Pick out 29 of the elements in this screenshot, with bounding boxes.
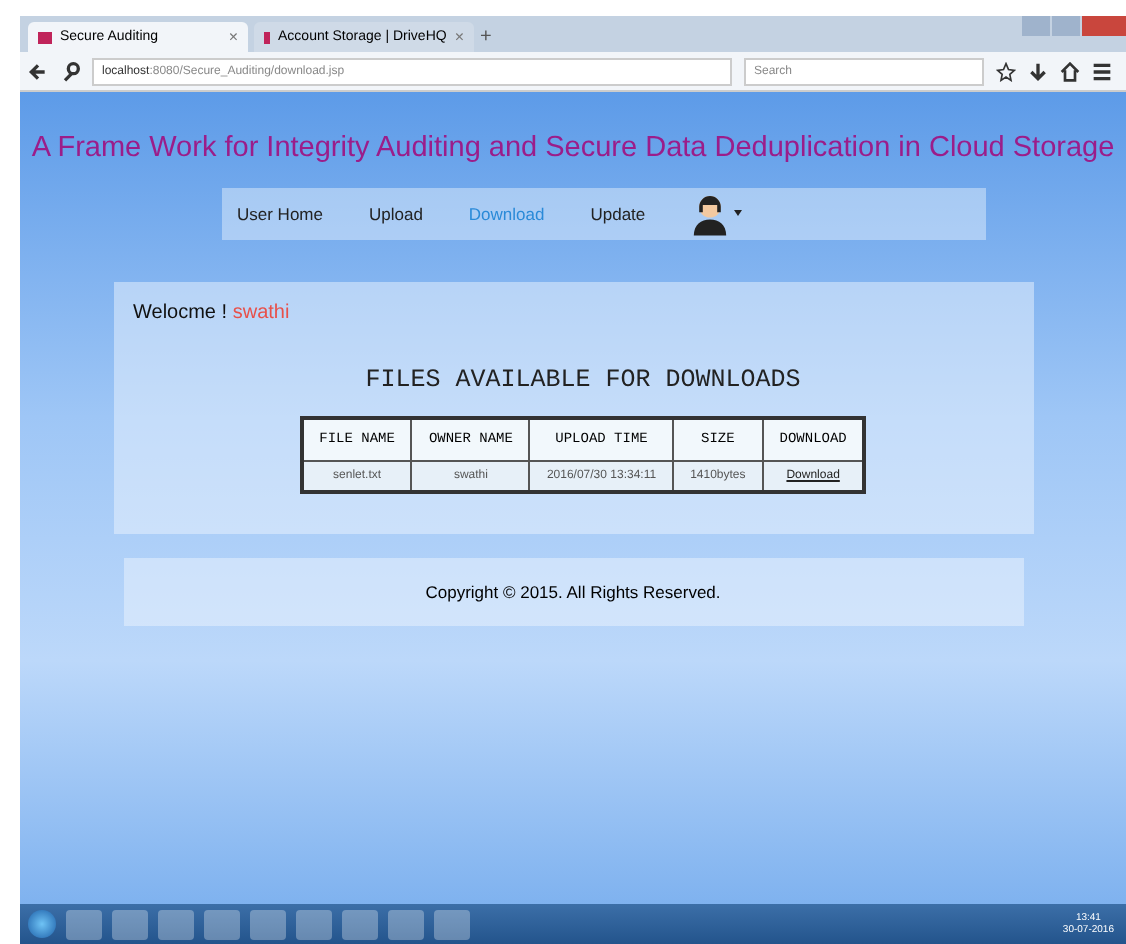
menu-icon[interactable] <box>1092 61 1112 81</box>
taskbar-app-icon[interactable] <box>158 909 194 939</box>
window-controls-drawing[interactable] <box>1022 16 1126 36</box>
download-icon[interactable] <box>1028 61 1048 81</box>
taskbar-app-icon[interactable] <box>250 909 286 939</box>
caret-icon[interactable] <box>733 209 742 219</box>
start-button[interactable] <box>28 910 56 938</box>
taskbar-app-icon[interactable] <box>296 909 332 939</box>
user-avatar-icon[interactable] <box>691 192 728 236</box>
home-icon[interactable] <box>1060 61 1080 81</box>
taskbar-app-icon[interactable] <box>342 909 378 939</box>
close-tab-button[interactable]: × <box>228 28 238 46</box>
taskbar-app-icon[interactable] <box>204 909 240 939</box>
page-icon <box>38 31 52 43</box>
taskbar-app-icon[interactable] <box>434 909 470 939</box>
taskbar-app-icon[interactable] <box>112 909 148 939</box>
nav-link[interactable]: Update <box>590 204 646 224</box>
star-icon[interactable] <box>996 61 1016 81</box>
taskbar-app-icon[interactable] <box>66 909 102 939</box>
copyright-text: Copyright © 2015. All Rights Reserved. <box>425 582 721 602</box>
welcome-text: Welocme ! swathi <box>133 302 290 324</box>
nav-link[interactable]: Upload <box>368 204 423 224</box>
page-icon <box>264 31 271 43</box>
nav-link[interactable]: User Home <box>237 204 323 224</box>
new-tab-button[interactable]: + <box>480 26 492 48</box>
files-heading: FILES AVAILABLE FOR DOWNLOADS <box>365 366 801 394</box>
site-title: A Frame Work for Integrity Auditing and Secure Data Deduplication in Cloud Storage <box>31 132 1115 164</box>
taskbar-app-icon[interactable] <box>388 909 424 939</box>
back-arrow-icon[interactable] <box>28 61 48 81</box>
